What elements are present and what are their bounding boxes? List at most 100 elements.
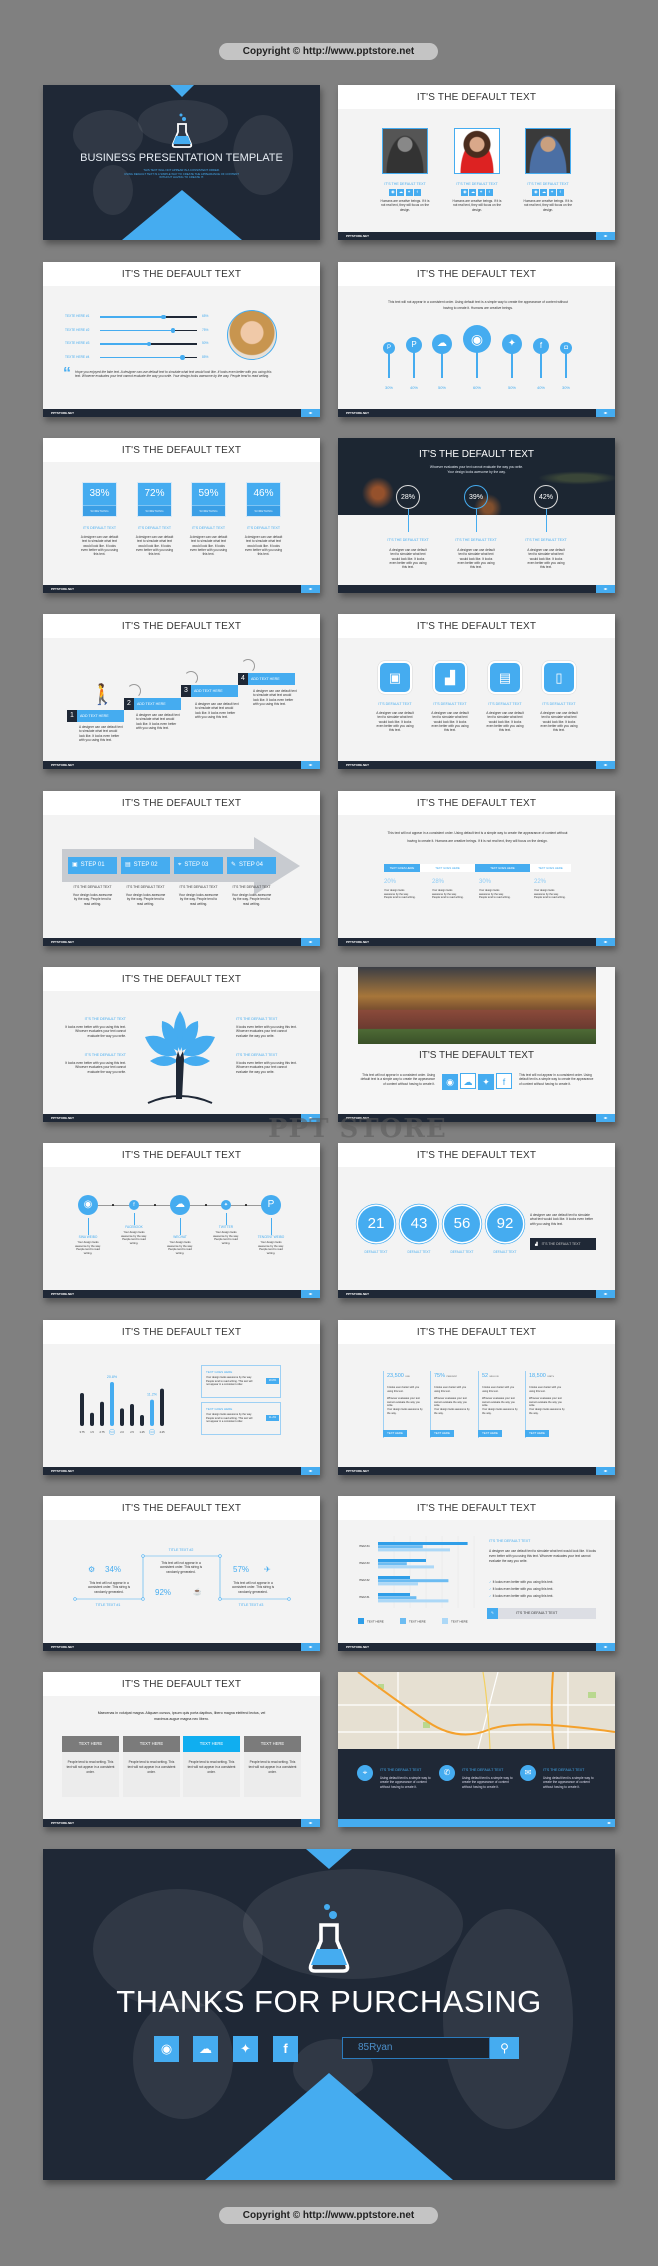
cover-title: BUSINESS PRESENTATION TEMPLATE (80, 152, 283, 164)
intro-text: This text will not appear in a consisten… (388, 300, 568, 310)
slide-circles[interactable]: IT'S THE DEFAULT TEXT 21 DEFAULT TEXT 43 DE… (338, 1143, 615, 1298)
slide-map-contact[interactable]: IT'S THE DEFAULT TEXT Using default text … (338, 1672, 615, 1827)
text-here-button[interactable]: TEXT HERE (478, 1430, 502, 1437)
nav-arrows-icon[interactable] (596, 1467, 615, 1475)
nav-arrows-icon[interactable] (301, 1643, 320, 1651)
text-here-button[interactable]: TEXT HERE (525, 1430, 549, 1437)
plane-icon (264, 1565, 271, 1574)
twitter-icon[interactable] (233, 2036, 258, 2062)
nav-arrows-icon[interactable] (596, 1114, 615, 1122)
wechat-icon[interactable] (432, 334, 452, 354)
data-label: 20.8% (107, 1375, 118, 1379)
facebook-icon[interactable] (129, 1200, 139, 1210)
step-text: Your design looks awesome by the way. Pe… (231, 893, 272, 906)
tab-2[interactable]: TEXT GOES HERE (420, 864, 475, 872)
slide-thanks[interactable]: THANKS FOR PURCHASING 85Ryan (43, 1849, 615, 2180)
nav-arrows-icon[interactable] (301, 1290, 320, 1298)
slide-team[interactable]: IT'S THE DEFAULT TEXT IT'S THE DEFAULT T… (338, 85, 615, 240)
facebook-icon[interactable] (273, 2036, 298, 2062)
text-here-button[interactable]: TEXT HERE (430, 1430, 454, 1437)
nav-arrows-icon[interactable] (596, 938, 615, 946)
default-text-button[interactable]: IT'S THE DEFAULT TEXT (530, 1238, 596, 1250)
nav-arrows-icon[interactable] (596, 585, 615, 593)
step-box: 2 ADD TEXT HERE (124, 698, 181, 710)
slide-hbar-chart[interactable]: IT'S THE DEFAULT TEXT ITEM #4 ITEM #3 ITEM… (338, 1496, 615, 1651)
slide-metrics[interactable]: IT'S THE DEFAULT TEXT 23,500 USD It looks… (338, 1320, 615, 1475)
slide-cover[interactable]: BUSINESS PRESENTATION TEMPLATE THIS TEXT… (43, 85, 320, 240)
search-button[interactable] (490, 2037, 519, 2059)
facebook-icon[interactable] (485, 189, 493, 196)
twitter-icon[interactable] (478, 1074, 494, 1090)
step-box: STEP 04 (227, 857, 276, 874)
slide-arrow-steps[interactable]: IT'S THE DEFAULT TEXT STEP 01 IT'S THE DE… (43, 791, 320, 946)
slide-stats[interactable]: IT'S THE DEFAULT TEXT 38% SOMETHING IT'S D… (43, 438, 320, 593)
step-heading: IT'S THE DEFAULT TEXT (73, 885, 112, 889)
search-input[interactable]: 85Ryan (342, 2037, 490, 2059)
nav-arrows-icon[interactable] (301, 585, 320, 593)
slide-tree[interactable]: IT'S THE DEFAULT TEXT IT'S THE DEFAULT T… (43, 967, 320, 1122)
facebook-icon[interactable] (413, 189, 421, 196)
twitter-icon[interactable] (477, 189, 485, 196)
wechat-icon[interactable] (469, 189, 477, 196)
nav-arrows-icon[interactable] (301, 761, 320, 769)
slide-skills[interactable]: IT'S THE DEFAULT TEXT TEXTE HERE #1 65% TE… (43, 262, 320, 417)
nav-arrows-icon[interactable] (596, 409, 615, 417)
twitter-icon[interactable] (221, 1200, 231, 1210)
facebook-icon[interactable] (556, 189, 564, 196)
slide-tabs[interactable]: IT'S THE DEFAULT TEXT This text will not… (338, 791, 615, 946)
tab-1[interactable]: TEXT GOES HERE (384, 864, 420, 872)
pinterest-icon[interactable] (406, 337, 422, 353)
pinterest-icon[interactable] (261, 1195, 281, 1215)
instagram-icon[interactable] (560, 342, 572, 354)
weibo-icon[interactable] (461, 189, 469, 196)
weibo-icon[interactable] (463, 325, 491, 353)
weibo-icon[interactable] (78, 1195, 98, 1215)
wechat-icon[interactable] (397, 189, 405, 196)
copyright-banner: Copyright © http://www.pptstore.net (219, 43, 438, 60)
nav-arrows-icon[interactable] (596, 232, 615, 240)
nav-arrows-icon[interactable] (596, 1643, 615, 1651)
wechat-icon[interactable] (540, 189, 548, 196)
wechat-icon[interactable] (460, 1073, 476, 1089)
nav-arrows-icon[interactable] (301, 1819, 320, 1827)
slide-pricing[interactable]: IT'S THE DEFAULT TEXT Maecenas in volutp… (43, 1672, 320, 1827)
nav-arrows-icon[interactable] (301, 409, 320, 417)
slide-photo-social[interactable]: IT'S THE DEFAULT TEXT This text will not… (338, 967, 615, 1122)
map[interactable] (338, 1672, 615, 1749)
nav-arrows-icon[interactable]: ◂▸ (607, 1819, 611, 1827)
slide-diagram[interactable]: IT'S THE DEFAULT TEXT TITLE TEXT #2 TITL… (43, 1496, 320, 1651)
slide-icon-features[interactable]: IT'S THE DEFAULT TEXT IT'S DEFAULT TEXT A… (338, 614, 615, 769)
pricing-header[interactable]: TEXT HERE (123, 1736, 180, 1752)
facebook-icon[interactable] (496, 1073, 512, 1089)
twitter-icon[interactable] (502, 334, 522, 354)
pricing-header[interactable]: TEXT HERE (183, 1736, 240, 1752)
twitter-icon[interactable] (548, 189, 556, 196)
default-text-button[interactable]: IT'S THE DEFAULT TEXT (487, 1608, 596, 1619)
weibo-icon[interactable] (389, 189, 397, 196)
facebook-icon[interactable] (533, 338, 549, 354)
slide-dark-stats[interactable]: IT'S THE DEFAULT TEXT Whoever evaluates … (338, 438, 615, 593)
pricing-header[interactable]: TEXT HERE (62, 1736, 119, 1752)
wechat-icon[interactable] (193, 2036, 218, 2062)
twitter-icon[interactable] (405, 189, 413, 196)
diagram-text: This text will not appear in a consisten… (231, 1581, 275, 1594)
nav-arrows-icon[interactable] (596, 761, 615, 769)
slide-bar-chart[interactable]: IT'S THE DEFAULT TEXT 3.75 1.5 2.75 5.0 2.0 2… (43, 1320, 320, 1475)
nav-arrows-icon[interactable] (301, 938, 320, 946)
tab-3[interactable]: TEXT GOES HERE (475, 864, 530, 872)
pricing-header[interactable]: TEXT HERE (244, 1736, 301, 1752)
slide-social-pins[interactable]: IT'S THE DEFAULT TEXT This text will not… (338, 262, 615, 417)
text-here-button[interactable]: TEXT HERE (383, 1430, 407, 1437)
wechat-icon[interactable] (170, 1195, 190, 1215)
slide-steps[interactable]: IT'S THE DEFAULT TEXT 1ADD TEXT HERE A de… (43, 614, 320, 769)
skill-bar (100, 341, 197, 346)
weibo-icon[interactable] (154, 2036, 179, 2062)
nav-arrows-icon[interactable] (596, 1290, 615, 1298)
tab-4[interactable]: TEXT GOES HERE (530, 864, 571, 872)
nav-arrows-icon[interactable] (301, 1467, 320, 1475)
skill-label: TEXTE HERE #1 (65, 314, 90, 318)
slide-timeline[interactable]: IT'S THE DEFAULT TEXT SINA WEIBO Your des… (43, 1143, 320, 1298)
weibo-icon[interactable] (532, 189, 540, 196)
weibo-icon[interactable] (442, 1074, 458, 1090)
pinterest-icon[interactable] (383, 342, 395, 354)
